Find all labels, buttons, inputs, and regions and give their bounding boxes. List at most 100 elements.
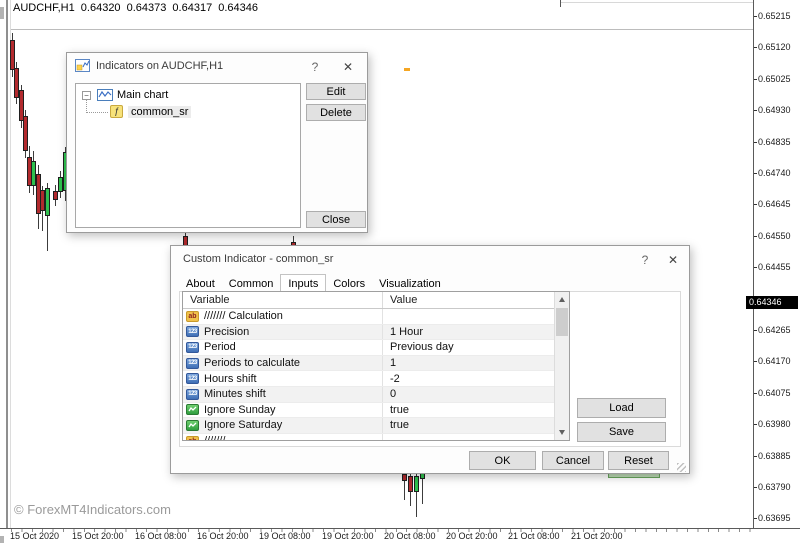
tab-visualization[interactable]: Visualization: [372, 277, 448, 292]
param-row[interactable]: 123 Hours shift -2: [183, 371, 554, 387]
scroll-up-icon[interactable]: [555, 292, 569, 307]
param-value[interactable]: true: [383, 404, 409, 416]
param-value[interactable]: 1 Hour: [383, 326, 423, 338]
param-variable-name: Precision: [204, 326, 249, 338]
param-row[interactable]: Ignore Sunday true: [183, 403, 554, 419]
save-button[interactable]: Save: [577, 422, 666, 442]
indicator-mark: [404, 68, 410, 71]
cancel-button[interactable]: Cancel: [542, 451, 604, 470]
price-axis-label: 0.65120: [758, 42, 791, 52]
param-variable-name: Ignore Sunday: [204, 404, 276, 416]
chart-icon: [97, 89, 113, 101]
table-rows: ab/////// Calculation123Precision1 Hour1…: [183, 309, 569, 441]
reset-button[interactable]: Reset: [608, 451, 669, 470]
string-param-icon: ab: [186, 436, 199, 441]
help-button[interactable]: ?: [637, 252, 653, 268]
param-variable-name: Minutes shift: [204, 388, 266, 400]
param-row[interactable]: ab/////// Calculation: [183, 309, 554, 325]
time-axis-label: 20 Oct 08:00: [384, 531, 436, 541]
param-variable-name: Hours shift: [204, 373, 257, 385]
param-value[interactable]: Previous day: [383, 341, 454, 353]
indicators-dialog-icon: [75, 59, 90, 72]
close-icon[interactable]: ✕: [339, 59, 357, 75]
custom-indicator-dialog: Custom Indicator - common_sr ? ✕ AboutCo…: [170, 245, 690, 474]
symbol-ohlc-readout: AUDCHF,H1 0.64320 0.64373 0.64317 0.6434…: [13, 2, 258, 14]
tab-about[interactable]: About: [179, 277, 222, 292]
price-axis-tick: [754, 361, 757, 362]
bool-param-icon: [186, 420, 199, 431]
param-variable-name: Ignore Saturday: [204, 419, 282, 431]
param-value[interactable]: -2: [383, 373, 400, 385]
param-variable-cell: 123Minutes shift: [183, 387, 383, 402]
edit-button[interactable]: Edit: [306, 83, 366, 100]
indicator-tree: − Main chart ƒ common_sr: [75, 83, 301, 228]
time-axis-label: 20 Oct 20:00: [446, 531, 498, 541]
param-value[interactable]: 1: [383, 357, 396, 369]
tree-node-main-chart[interactable]: − Main chart: [82, 89, 168, 101]
table-scrollbar[interactable]: [554, 292, 569, 440]
price-axis-tick: [754, 424, 757, 425]
resize-grip[interactable]: [677, 463, 686, 472]
param-row[interactable]: ab///////: [183, 434, 554, 441]
table-header: Variable Value: [183, 292, 554, 309]
scrollbar-thumb[interactable]: [556, 308, 568, 336]
string-param-icon: ab: [186, 311, 199, 322]
bool-param-icon: [186, 404, 199, 415]
time-axis-label: 16 Oct 08:00: [135, 531, 187, 541]
load-button[interactable]: Load: [577, 398, 666, 418]
param-variable-cell: Ignore Saturday: [183, 418, 383, 433]
candle-body: [402, 474, 407, 481]
param-row[interactable]: 123PeriodPrevious day: [183, 340, 554, 356]
candle-body: [10, 40, 15, 70]
price-axis-tick: [754, 393, 757, 394]
price-axis-label: 0.64455: [758, 262, 791, 272]
dialog-title: Indicators on AUDCHF,H1: [96, 60, 223, 72]
candle-body: [414, 476, 419, 492]
close-icon[interactable]: ✕: [664, 252, 682, 268]
param-value[interactable]: 0: [383, 388, 396, 400]
left-gutter-line-light: [10, 0, 11, 528]
tab-colors[interactable]: Colors: [326, 277, 372, 292]
chart-top-border: [11, 29, 753, 30]
param-row[interactable]: 123Periods to calculate1: [183, 356, 554, 372]
tab-inputs[interactable]: Inputs: [280, 274, 326, 292]
number-param-icon: 123: [186, 326, 199, 337]
chart-top-border-right: [560, 2, 753, 3]
tree-node-common-sr[interactable]: ƒ common_sr: [110, 105, 191, 118]
time-axis-label: 16 Oct 20:00: [197, 531, 249, 541]
price-axis-tick: [754, 16, 757, 17]
column-header-value: Value: [383, 294, 417, 306]
left-gutter-line: [6, 0, 8, 528]
candle-body: [53, 191, 58, 200]
param-variable-cell: ab/////// Calculation: [183, 309, 383, 324]
scroll-down-icon[interactable]: [555, 425, 569, 440]
param-variable-name: Periods to calculate: [204, 357, 300, 369]
window-edge-fragment-bottom: [0, 536, 4, 543]
dialog-title: Custom Indicator - common_sr: [183, 253, 333, 265]
close-button[interactable]: Close: [306, 211, 366, 228]
param-value[interactable]: true: [383, 419, 409, 431]
price-axis-label: 0.64265: [758, 325, 791, 335]
price-axis-tick: [754, 110, 757, 111]
delete-button[interactable]: Delete: [306, 104, 366, 121]
number-param-icon: 123: [186, 373, 199, 384]
tree-node-label-selected: common_sr: [128, 106, 191, 118]
function-icon: ƒ: [110, 105, 123, 118]
time-axis-label: 19 Oct 20:00: [322, 531, 374, 541]
time-axis-label: 21 Oct 20:00: [571, 531, 623, 541]
window-edge-fragment-top: [0, 7, 4, 19]
param-row[interactable]: 123 Precision 1 Hour: [183, 325, 554, 341]
ok-button[interactable]: OK: [469, 451, 536, 470]
price-axis-label: 0.63885: [758, 451, 791, 461]
collapse-icon[interactable]: −: [82, 91, 91, 100]
param-variable-cell: 123Periods to calculate: [183, 356, 383, 371]
price-axis-tick: [754, 518, 757, 519]
tab-common[interactable]: Common: [222, 277, 281, 292]
param-row[interactable]: Ignore Saturday true: [183, 418, 554, 434]
param-row[interactable]: 123Minutes shift0: [183, 387, 554, 403]
help-button[interactable]: ?: [307, 59, 323, 75]
price-axis-label: 0.64550: [758, 231, 791, 241]
price-axis-label: 0.63790: [758, 482, 791, 492]
price-axis-tick: [754, 456, 757, 457]
price-axis-label: 0.63980: [758, 419, 791, 429]
